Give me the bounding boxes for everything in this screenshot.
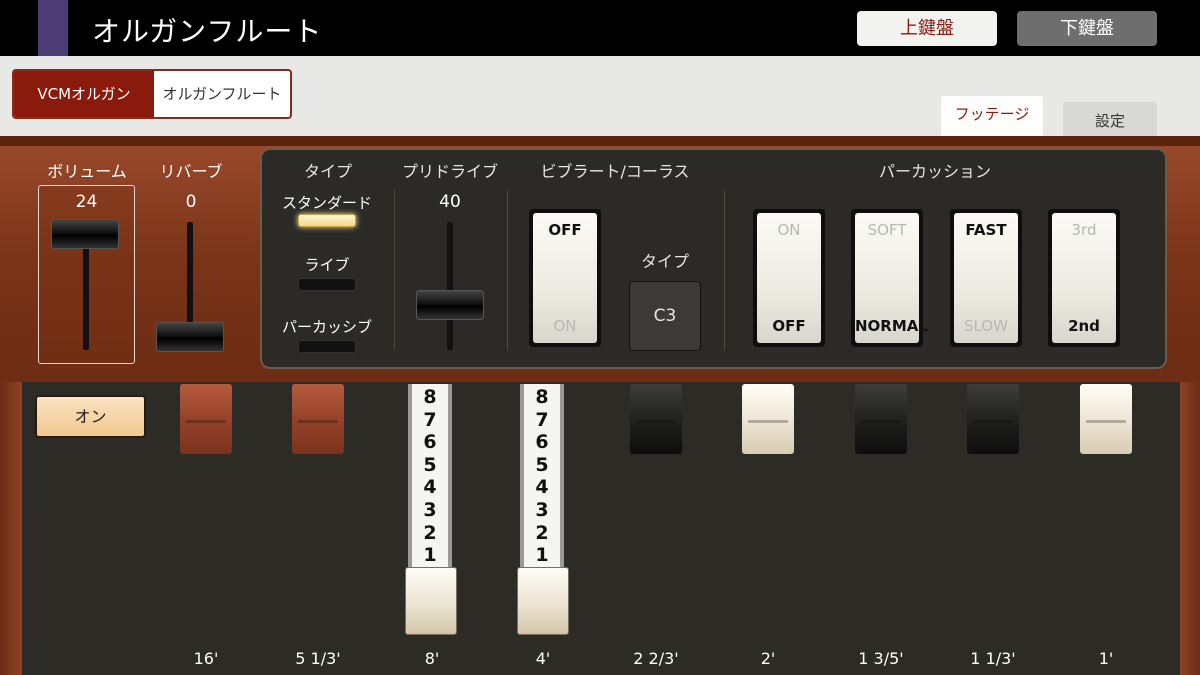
scale-number: 2 [423,521,437,544]
tab-settings[interactable]: 設定 [1063,102,1157,136]
percussion-on-off-switch[interactable]: ON OFF [753,209,825,347]
scale-number: 6 [535,431,549,454]
drawbar-8-shaft[interactable]: 8 7 6 5 4 3 2 1 [408,384,452,584]
reverb-value: 0 [185,192,197,212]
type-live-label[interactable]: ライブ [276,254,378,275]
wood-panel-edge [0,136,1200,146]
percussion-switch-3-top: FAST [965,221,1007,239]
drawbar-1-handle[interactable] [1080,384,1132,454]
overdrive-value: 40 [439,192,461,212]
drawbar-stripe [298,420,338,423]
voice-type-segmented-control: VCMオルガン オルガンフルート [12,69,292,119]
upper-keyboard-button[interactable]: 上鍵盤 [857,11,997,46]
drawbar-stripe [186,420,226,423]
wood-side-left [0,382,22,675]
overdrive-slider-knob[interactable] [416,290,484,320]
vibrato-chorus-label: ビブラート/コーラス [540,162,690,181]
scale-number: 3 [535,498,549,521]
percussion-switch-1-top: ON [777,221,801,239]
drawbar-stripe [861,420,901,423]
percussion-harmonic-switch[interactable]: 3rd 2nd [1048,209,1120,347]
footage-label-8: 8' [424,649,440,668]
drawbar-on-button[interactable]: オン [35,395,146,438]
percussion-switch-3-bottom: SLOW [964,317,1008,335]
drawbar-4-handle[interactable] [517,567,569,635]
volume-slider-knob[interactable] [51,219,119,249]
footage-label-1: 1' [1098,649,1114,668]
organ-flute-tab[interactable]: オルガンフルート [154,71,290,117]
footage-label-16: 16' [193,649,219,668]
tab-footage[interactable]: フッテージ [941,96,1043,136]
drawbar-4-shaft[interactable]: 8 7 6 5 4 3 2 1 [520,384,564,584]
vibrato-type-label: タイプ [640,252,689,271]
vibrato-chorus-switch[interactable]: OFF ON [529,209,601,347]
scale-number: 2 [535,521,549,544]
scale-number: 5 [423,453,437,476]
percussion-volume-switch[interactable]: SOFT NORMAL [851,209,928,347]
drawbar-5-1-3-handle[interactable] [292,384,344,454]
footage-label-4: 4' [535,649,551,668]
drawbar-2-2-3-handle[interactable] [630,384,682,454]
vibrato-switch-top-label: OFF [548,221,582,239]
volume-label: ボリューム [47,162,127,181]
footage-label-2: 2' [760,649,776,668]
percussion-switch-2-bottom: NORMAL [855,317,928,335]
panel-divider [507,190,508,350]
panel-divider [724,190,725,350]
drawbar-4-scale: 8 7 6 5 4 3 2 1 [524,386,560,567]
scale-number: 6 [423,431,437,454]
page-title: オルガンフルート [92,15,323,48]
overdrive-label: プリドライブ [401,162,498,181]
drawbar-2-handle[interactable] [742,384,794,454]
drawbar-stripe [636,420,676,423]
footage-label-2-2-3: 2 2/3' [633,649,679,668]
scale-number: 1 [423,544,437,567]
drawbar-stripe [973,420,1013,423]
drawbar-8-scale: 8 7 6 5 4 3 2 1 [412,386,448,567]
scale-number: 1 [535,544,549,567]
panel-divider [394,190,395,350]
scale-number: 4 [423,476,437,499]
reverb-label: リバーブ [159,162,223,181]
drawbar-stripe [748,420,788,423]
reverb-slider-knob[interactable] [156,322,224,352]
header-accent-stripe [38,0,68,56]
drawbar-stripe [1086,420,1126,423]
volume-value: 24 [75,192,98,212]
vcm-organ-tab[interactable]: VCMオルガン [14,71,154,117]
type-standard-lamp[interactable] [298,214,356,227]
percussion-decay-switch[interactable]: FAST SLOW [950,209,1022,347]
percussion-label: パーカッション [878,162,991,181]
scale-number: 3 [423,498,437,521]
type-percussive-lamp[interactable] [298,340,356,353]
percussion-switch-4-bottom: 2nd [1068,317,1100,335]
wood-side-right [1180,382,1200,675]
drawbar-16-handle[interactable] [180,384,232,454]
footage-label-1-3-5: 1 3/5' [858,649,904,668]
overdrive-slider-track[interactable] [447,222,453,350]
vibrato-type-button[interactable]: C3 [629,281,701,351]
type-standard-label[interactable]: スタンダード [276,192,378,213]
footage-label-1-1-3: 1 1/3' [970,649,1016,668]
type-label: タイプ [303,162,352,181]
scale-number: 7 [423,408,437,431]
percussion-switch-1-bottom: OFF [772,317,806,335]
scale-number: 5 [535,453,549,476]
scale-number: 8 [423,386,437,408]
scale-number: 8 [535,386,549,408]
type-percussive-label[interactable]: パーカッシブ [276,316,378,337]
drawbar-1-3-5-handle[interactable] [855,384,907,454]
drawbar-1-1-3-handle[interactable] [967,384,1019,454]
percussion-switch-4-top: 3rd [1071,221,1097,239]
scale-number: 7 [535,408,549,431]
percussion-switch-2-top: SOFT [867,221,907,239]
type-live-lamp[interactable] [298,278,356,291]
drawbar-8-handle[interactable] [405,567,457,635]
lower-keyboard-button[interactable]: 下鍵盤 [1017,11,1157,46]
footage-label-5-1-3: 5 1/3' [295,649,341,668]
vibrato-switch-bottom-label: ON [553,317,577,335]
scale-number: 4 [535,476,549,499]
